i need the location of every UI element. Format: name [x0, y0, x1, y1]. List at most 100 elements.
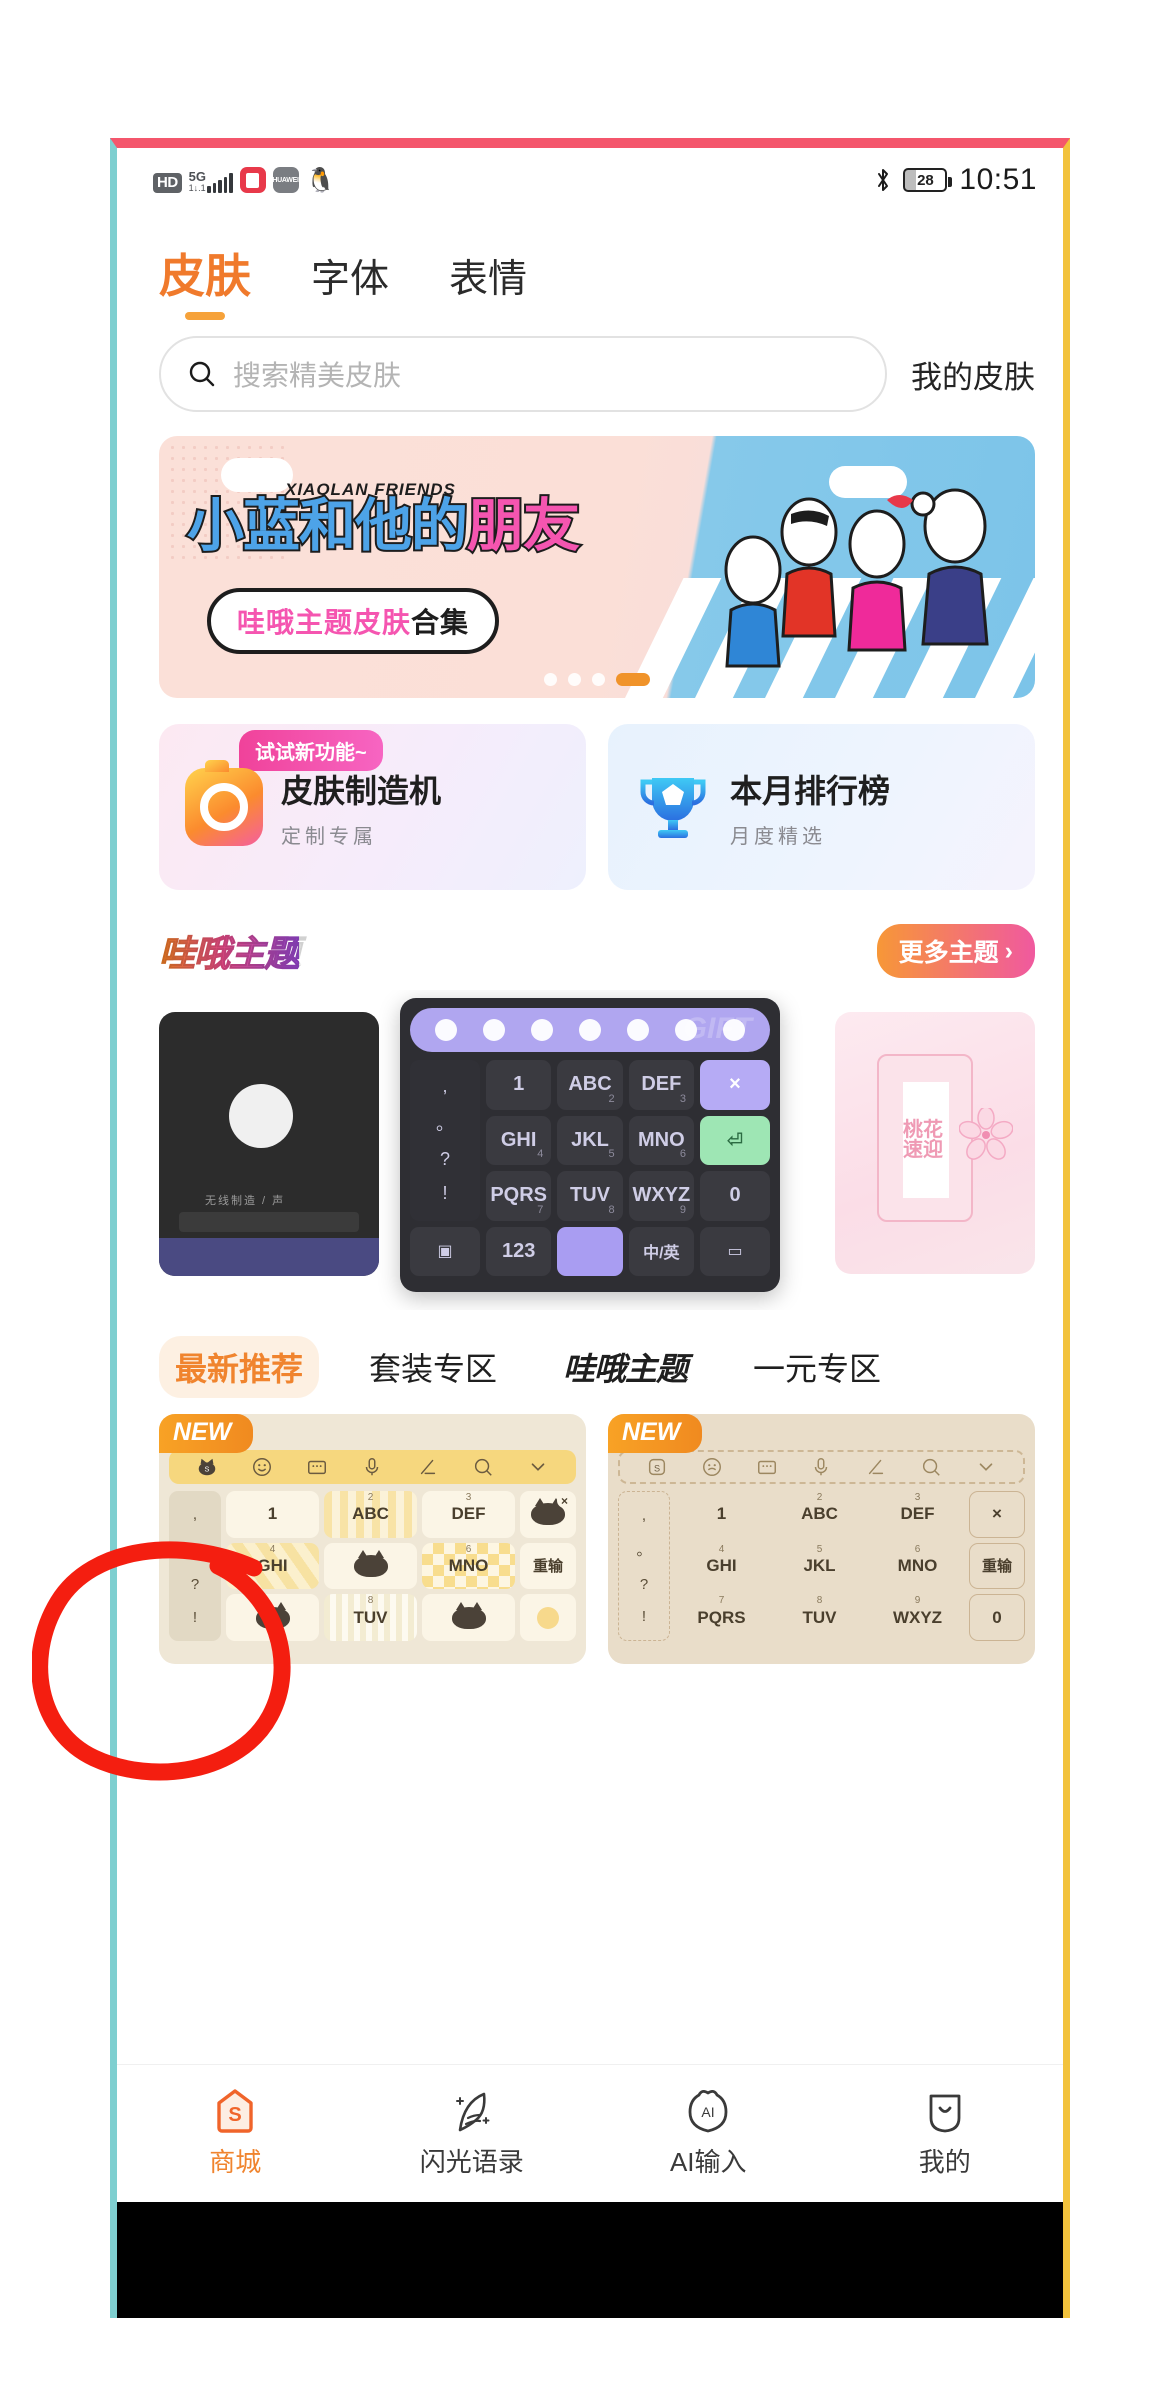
hero-dot-4-active[interactable]: [616, 673, 650, 686]
ranking-card[interactable]: 本月排行榜 月度精选: [608, 724, 1035, 890]
carousel-card-center-keyboard[interactable]: GIFT , 。 ? ! 1 ABC 2 DEF 3 × GHI 4 JKL 5 MNO…: [400, 998, 780, 1292]
skin-preview-keyboard: S , 。 ? ! 1 2 ABC: [169, 1428, 576, 1664]
hero-dot-2[interactable]: [568, 673, 581, 686]
new-badge: NEW: [159, 1414, 254, 1453]
punct-comma[interactable]: ,: [442, 1076, 447, 1097]
skin1-key-mno-sub: 6: [465, 1543, 472, 1555]
skin1-key-jkl[interactable]: [324, 1542, 417, 1590]
skin2-key-0-label: 0: [992, 1607, 1002, 1627]
skin2-key-redo[interactable]: 重输: [969, 1542, 1025, 1590]
tab-skins[interactable]: 皮肤: [159, 240, 251, 322]
key-emoji-panel[interactable]: ▣: [410, 1226, 480, 1276]
key-send[interactable]: ▭: [700, 1226, 770, 1276]
skin1-key-def[interactable]: 3 DEF: [422, 1491, 515, 1538]
punct-exclaim[interactable]: !: [442, 1183, 447, 1204]
key-wxyz[interactable]: WXYZ 9: [628, 1171, 694, 1221]
punct-question[interactable]: ?: [440, 1149, 450, 1170]
skin2-key-wxyz-sub: 9: [914, 1595, 921, 1607]
punct-column[interactable]: , 。 ? !: [410, 1060, 480, 1221]
cat-tab-suite[interactable]: 套装专区: [353, 1336, 513, 1398]
key-enter[interactable]: ⏎: [700, 1115, 770, 1165]
key-delete[interactable]: ×: [700, 1060, 770, 1110]
hero-pagination-dots[interactable]: [544, 673, 650, 686]
skin2-key-jkl-sub: 5: [816, 1543, 823, 1555]
skin2-key-0[interactable]: 0: [969, 1594, 1025, 1641]
signal-bars-icon: [207, 173, 233, 193]
skin1-key-abc[interactable]: 2 ABC: [324, 1491, 417, 1538]
punct-period[interactable]: 。: [436, 1110, 454, 1136]
skin1-key-pqrs[interactable]: [226, 1594, 319, 1641]
more-themes-button[interactable]: 更多主题 ›: [876, 924, 1035, 978]
key-1[interactable]: 1: [486, 1060, 552, 1110]
tab-fonts[interactable]: 字体: [311, 248, 389, 320]
skin2-key-jkl[interactable]: 5 JKL: [773, 1543, 866, 1590]
key-abc[interactable]: ABC 2: [557, 1060, 623, 1110]
skin-maker-card[interactable]: 试试新功能~ 皮肤制造机 定制专属: [159, 724, 586, 890]
skin2-key-1[interactable]: 1: [675, 1491, 768, 1538]
skin2-punct-column[interactable]: , 。 ? !: [618, 1491, 670, 1641]
skin1-key-tuv[interactable]: 8 TUV: [324, 1594, 417, 1641]
key-123[interactable]: 123: [486, 1226, 552, 1276]
hero-dot-1[interactable]: [544, 673, 557, 686]
key-jkl-sub: 5: [608, 1148, 615, 1160]
theme-carousel[interactable]: 无线制造 / 声 桃花速迎 GIFT , 。 ? ! 1 ABC 2 DEF 3…: [117, 990, 1063, 1310]
key-lang-toggle[interactable]: 中/英: [628, 1226, 694, 1276]
key-0[interactable]: 0: [700, 1171, 770, 1221]
skin1-key-ghi[interactable]: 4 GHI: [226, 1542, 319, 1590]
my-skins-link[interactable]: 我的皮肤: [911, 352, 1035, 397]
skin-key-grid: , 。 ? ! 1 2 ABC 3 DEF × 4 GHI 5 JKL 6 MNO 重输 …: [618, 1491, 1025, 1641]
nav-item-shop[interactable]: S 商城: [117, 2088, 354, 2179]
key-pqrs[interactable]: PQRS 7: [486, 1171, 552, 1221]
emoji-icon: [703, 1458, 722, 1476]
key-space[interactable]: [557, 1226, 623, 1276]
cat-tab-latest[interactable]: 最新推荐: [159, 1336, 320, 1398]
skin2-key-pqrs[interactable]: 7 PQRS: [675, 1594, 768, 1641]
key-def[interactable]: DEF 3: [628, 1060, 694, 1110]
emoji-icon[interactable]: [483, 1019, 505, 1041]
key-tuv[interactable]: TUV 8: [557, 1171, 623, 1221]
carousel-card-left[interactable]: 无线制造 / 声: [159, 1012, 379, 1276]
skin1-key-delete[interactable]: ×: [520, 1491, 576, 1538]
nav-item-ai-input[interactable]: AI AI输入: [590, 2088, 827, 2179]
skin-card-cat-yellow[interactable]: NEW S , 。 ? ! 1 2 ABC 3 DEF × 4 GHI 6 MN…: [159, 1414, 586, 1664]
key-mno[interactable]: MNO 6: [628, 1115, 694, 1165]
skin1-key-tuv-label: TUV: [353, 1607, 388, 1627]
search-icon: [189, 361, 215, 387]
sogou-logo-icon[interactable]: [435, 1019, 457, 1041]
skin-card-dog-beige[interactable]: NEW S , 。 ? ! 1 2 ABC 3 DEF × 4 GHI 5 JK…: [608, 1414, 1035, 1664]
handwriting-icon[interactable]: [627, 1019, 649, 1041]
skin2-key-ghi[interactable]: 4 GHI: [675, 1543, 768, 1590]
nav-item-quotes[interactable]: 闪光语录: [354, 2088, 591, 2179]
skin2-key-delete[interactable]: ×: [969, 1491, 1025, 1538]
cat-tab-waoo-theme[interactable]: 哇哦主题: [547, 1336, 703, 1398]
nav-item-profile[interactable]: 我的: [827, 2088, 1064, 2179]
skin1-key-extra[interactable]: [520, 1594, 576, 1641]
hero-banner[interactable]: 小蓝和他的朋友 XIAOLAN FRIENDS 哇哦主题皮肤合集: [159, 436, 1035, 698]
skin1-key-1[interactable]: 1: [226, 1491, 319, 1538]
skin2-key-ghi-label: GHI: [706, 1555, 737, 1575]
skin1-key-wxyz[interactable]: [422, 1594, 515, 1641]
hero-dot-3[interactable]: [592, 673, 605, 686]
skin2-redo-label: 重输: [981, 1558, 1012, 1576]
search-row: 搜索精美皮肤 我的皮肤: [117, 322, 1063, 412]
emoji-icon: [252, 1458, 271, 1476]
skin1-punct-column[interactable]: , 。 ? !: [169, 1491, 221, 1641]
tab-emoji[interactable]: 表情: [449, 248, 527, 320]
cat-tab-one-yuan[interactable]: 一元专区: [737, 1336, 897, 1398]
skin1-key-redo[interactable]: 重输: [520, 1542, 576, 1590]
keyboard-icon[interactable]: [531, 1019, 553, 1041]
skin2-key-abc[interactable]: 2 ABC: [773, 1491, 866, 1538]
skin2-key-wxyz[interactable]: 9 WXYZ: [871, 1594, 964, 1641]
skin2-key-mno[interactable]: 6 MNO: [871, 1543, 964, 1590]
skin1-key-mno[interactable]: 6 MNO: [422, 1542, 515, 1590]
search-input[interactable]: 搜索精美皮肤: [159, 336, 887, 412]
skin2-key-tuv[interactable]: 8 TUV: [773, 1594, 866, 1641]
carousel-card-right[interactable]: 桃花速迎: [835, 1012, 1035, 1274]
key-ghi[interactable]: GHI 4: [486, 1115, 552, 1165]
skin2-punct-question: ?: [639, 1575, 649, 1593]
key-jkl[interactable]: JKL 5: [557, 1115, 623, 1165]
status-bar-right: 28 10:51: [875, 163, 1037, 197]
mic-icon[interactable]: [579, 1019, 601, 1041]
skin2-key-def[interactable]: 3 DEF: [871, 1491, 964, 1538]
profile-smile-icon: [929, 2094, 961, 2133]
